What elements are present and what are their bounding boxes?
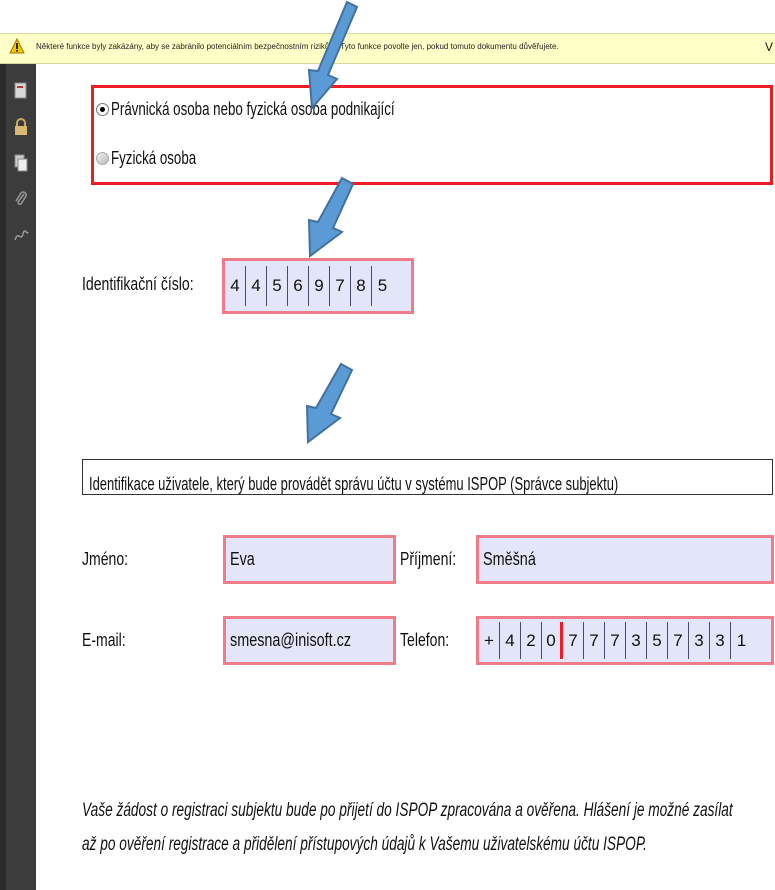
ico-digit: 5 — [377, 276, 388, 295]
last-name-field[interactable]: Směšná — [476, 535, 774, 584]
first-name-field[interactable]: Eva — [223, 535, 396, 584]
registration-note-line1: Vaše žádost o registraci subjektu bude p… — [82, 800, 733, 821]
phone-label: Telefon: — [400, 630, 450, 650]
phone-number-digit: 3 — [710, 622, 731, 659]
last-name-label: Příjmení: — [400, 549, 457, 569]
ico-label: Identifikační číslo: — [82, 274, 194, 294]
ico-digit: 7 — [330, 266, 351, 306]
ico-digit: 4 — [246, 266, 267, 306]
phone-prefix-digit: 4 — [500, 622, 521, 659]
ico-digit: 5 — [267, 266, 288, 306]
phone-number-digit: 3 — [689, 622, 710, 659]
security-warning-bar: Některé funkce byly zakázány, aby se zab… — [0, 33, 775, 64]
phone-prefix-digit: 0 — [542, 622, 563, 659]
phone-field[interactable]: + 4 2 0 7 7 7 3 5 7 3 3 1 — [476, 616, 774, 665]
annotation-arrow — [307, 0, 359, 111]
registration-note-line2: až po ověření registrace a přidělení pří… — [82, 834, 647, 855]
phone-number-digit: 7 — [668, 622, 689, 659]
phone-number-digit: 7 — [584, 622, 605, 659]
email-label: E-mail: — [82, 630, 126, 650]
sidebar-edge — [0, 62, 6, 890]
ico-digit: 4 — [225, 266, 246, 306]
admin-section-header: Identifikace uživatele, který bude prová… — [82, 459, 773, 495]
first-name-label: Jméno: — [82, 549, 129, 569]
radio-option-natural-person[interactable]: Fyzická osoba — [96, 148, 226, 169]
ico-field[interactable]: 4 4 5 6 9 7 8 5 — [222, 258, 414, 314]
attachment-icon[interactable] — [13, 190, 29, 208]
ico-digit: 9 — [309, 266, 330, 306]
ico-digit: 8 — [351, 266, 372, 306]
email-field[interactable]: smesna@inisoft.cz — [223, 616, 396, 665]
radio-button-unchecked[interactable] — [96, 152, 109, 165]
signature-icon[interactable] — [13, 226, 29, 244]
phone-number-digit: 5 — [647, 622, 668, 659]
phone-number-digit: 7 — [605, 622, 626, 659]
lock-icon[interactable] — [13, 118, 29, 136]
phone-prefix-digit: 2 — [521, 622, 542, 659]
warning-icon — [9, 38, 25, 54]
annotation-arrow — [307, 176, 355, 258]
phone-prefix-digit: + — [479, 622, 500, 659]
phone-number-digit: 1 — [736, 630, 747, 650]
viewer-sidebar — [0, 62, 36, 890]
warning-action-button[interactable]: V — [765, 40, 773, 54]
radio-label-natural-person: Fyzická osoba — [111, 148, 197, 168]
annotation-arrow — [305, 362, 354, 444]
pages-icon[interactable] — [13, 82, 29, 100]
admin-section-title: Identifikace uživatele, který bude prová… — [89, 474, 619, 494]
ico-digit: 6 — [288, 266, 309, 306]
copy-icon[interactable] — [13, 154, 29, 172]
radio-button-checked[interactable] — [96, 103, 109, 116]
phone-number-digit: 3 — [626, 622, 647, 659]
phone-number-digit: 7 — [563, 622, 584, 659]
